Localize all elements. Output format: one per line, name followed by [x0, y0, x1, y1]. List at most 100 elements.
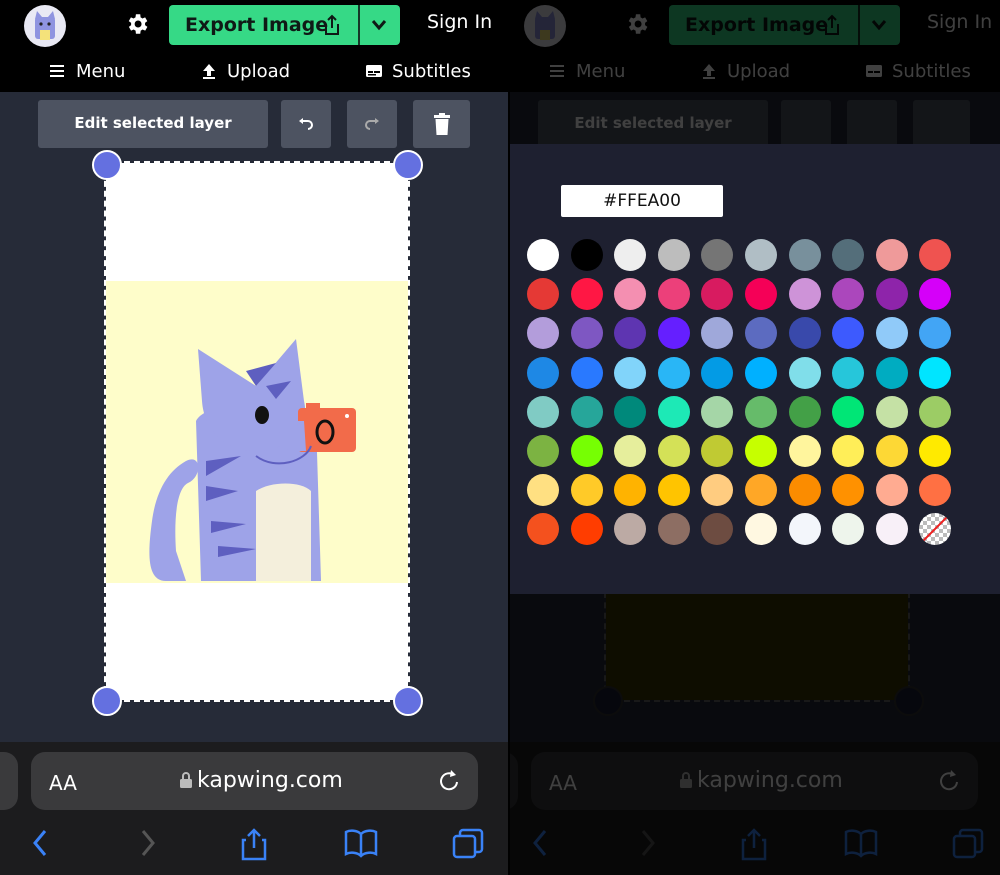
color-swatch[interactable] [788, 395, 821, 428]
color-swatch[interactable] [614, 513, 647, 546]
color-swatch[interactable] [875, 474, 908, 507]
color-swatch[interactable] [745, 356, 777, 389]
color-swatch[interactable] [832, 435, 865, 467]
color-swatch[interactable] [614, 435, 647, 467]
color-swatch[interactable] [701, 513, 734, 546]
color-swatch[interactable] [570, 317, 603, 350]
color-swatch[interactable] [701, 317, 734, 350]
color-swatch[interactable] [875, 278, 908, 311]
color-swatch[interactable] [875, 395, 908, 428]
color-swatch[interactable] [570, 513, 603, 546]
color-swatch[interactable] [919, 474, 952, 507]
color-swatch[interactable] [570, 239, 603, 271]
reload-icon[interactable] [437, 768, 461, 794]
export-image-button[interactable]: Export Image [169, 5, 400, 45]
color-swatch[interactable] [657, 239, 690, 271]
color-swatch[interactable] [614, 239, 647, 271]
color-swatch[interactable] [614, 474, 647, 507]
subtitles-button[interactable]: Subtitles [366, 56, 471, 86]
color-swatch[interactable] [527, 395, 559, 428]
color-swatch[interactable] [832, 356, 865, 389]
upload-button[interactable]: Upload [201, 56, 290, 86]
color-swatch[interactable] [875, 435, 908, 467]
color-swatch[interactable] [875, 239, 908, 271]
color-swatch[interactable] [919, 278, 952, 311]
color-swatch[interactable] [832, 278, 865, 311]
reader-aa-button[interactable]: AA [49, 771, 77, 795]
resize-handle-bottom-right[interactable] [393, 686, 423, 716]
color-swatch[interactable] [527, 474, 559, 507]
color-swatch[interactable] [875, 513, 908, 546]
color-swatch[interactable] [614, 395, 647, 428]
color-swatch[interactable] [745, 317, 777, 350]
color-swatch[interactable] [919, 435, 952, 467]
color-swatch[interactable] [745, 435, 777, 467]
color-swatch[interactable] [701, 435, 734, 467]
sign-in-link[interactable]: Sign In [427, 11, 492, 33]
color-swatch[interactable] [788, 239, 821, 271]
color-swatch[interactable] [745, 474, 777, 507]
color-swatch[interactable] [614, 317, 647, 350]
color-swatch[interactable] [745, 239, 777, 271]
color-swatch[interactable] [527, 239, 559, 271]
color-swatch[interactable] [570, 435, 603, 467]
back-icon[interactable] [30, 828, 50, 858]
color-swatch[interactable] [919, 239, 952, 271]
color-swatch[interactable] [527, 278, 559, 311]
color-swatch[interactable] [657, 435, 690, 467]
gear-icon[interactable] [124, 11, 150, 37]
avatar[interactable] [24, 5, 66, 47]
color-swatch[interactable] [919, 356, 952, 389]
color-swatch[interactable] [832, 395, 865, 428]
color-swatch[interactable] [657, 474, 690, 507]
color-swatch[interactable] [570, 395, 603, 428]
color-swatch[interactable] [745, 278, 777, 311]
color-swatch[interactable] [788, 474, 821, 507]
color-swatch[interactable] [527, 513, 559, 546]
color-swatch[interactable] [657, 278, 690, 311]
color-swatch[interactable] [919, 395, 952, 428]
color-swatch[interactable] [788, 278, 821, 311]
color-swatch[interactable] [701, 395, 734, 428]
resize-handle-bottom-left[interactable] [92, 686, 122, 716]
share-icon[interactable] [240, 828, 268, 862]
color-swatch[interactable] [527, 317, 559, 350]
resize-handle-top-right[interactable] [393, 150, 423, 180]
color-swatch[interactable] [614, 278, 647, 311]
undo-button[interactable] [281, 100, 331, 148]
color-swatch[interactable] [701, 474, 734, 507]
color-swatch[interactable] [788, 356, 821, 389]
hex-color-input[interactable]: #FFEA00 [561, 185, 723, 217]
color-swatch[interactable] [570, 474, 603, 507]
color-swatch[interactable] [657, 356, 690, 389]
transparent-swatch[interactable] [919, 513, 952, 546]
color-swatch[interactable] [919, 317, 952, 350]
color-swatch[interactable] [701, 356, 734, 389]
menu-button[interactable]: Menu [50, 56, 125, 86]
chevron-down-icon[interactable] [369, 16, 389, 34]
color-swatch[interactable] [788, 317, 821, 350]
color-swatch[interactable] [745, 513, 777, 546]
edit-selected-layer-button[interactable]: Edit selected layer [38, 100, 268, 148]
color-swatch[interactable] [832, 474, 865, 507]
color-swatch[interactable] [657, 395, 690, 428]
color-swatch[interactable] [875, 356, 908, 389]
bookmarks-icon[interactable] [344, 828, 378, 858]
resize-handle-top-left[interactable] [92, 150, 122, 180]
color-swatch[interactable] [701, 278, 734, 311]
delete-layer-button[interactable] [413, 100, 470, 148]
redo-button[interactable] [347, 100, 397, 148]
color-swatch[interactable] [570, 278, 603, 311]
canvas-layer[interactable] [104, 161, 410, 702]
color-swatch[interactable] [527, 356, 559, 389]
color-swatch[interactable] [657, 513, 690, 546]
color-swatch[interactable] [527, 435, 559, 467]
color-swatch[interactable] [701, 239, 734, 271]
address-bar[interactable]: AA kapwing.com [31, 752, 478, 810]
color-swatch[interactable] [788, 435, 821, 467]
color-swatch[interactable] [788, 513, 821, 546]
prev-tab-pill[interactable] [0, 752, 18, 810]
color-swatch[interactable] [832, 317, 865, 350]
color-swatch[interactable] [570, 356, 603, 389]
color-swatch[interactable] [657, 317, 690, 350]
